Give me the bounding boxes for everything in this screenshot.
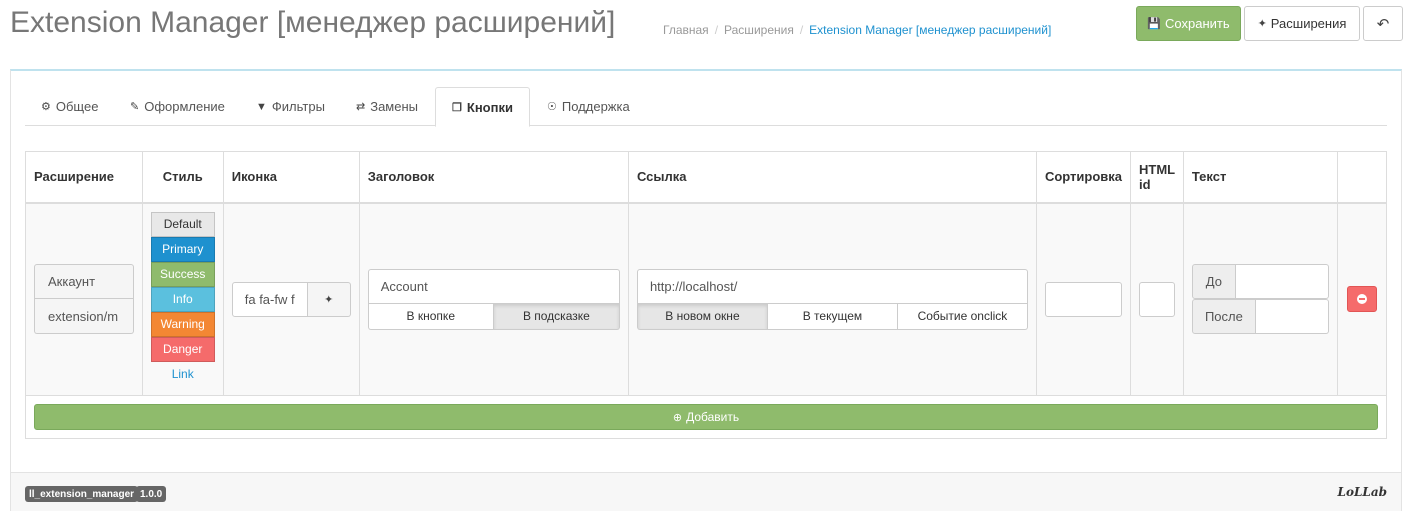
tab-label: Поддержка xyxy=(561,99,630,114)
tab-bar: ⚙ Общее ✎ Оформление ▼ Фильтры ⇄ Замены ❐ Кно… xyxy=(25,87,1387,127)
tab-replacements[interactable]: ⇄ Замены xyxy=(356,87,418,126)
style-default-option[interactable]: Default xyxy=(150,211,215,237)
icon-cell: fa fa-fw f ✦ xyxy=(222,202,360,396)
tab-label: Замены xyxy=(370,99,418,114)
link-mode-group: В новом окне В текущем Событие onclick xyxy=(636,303,1028,330)
link-mode-onclick[interactable]: Событие onclick xyxy=(897,303,1028,330)
version-badge: 1.0.0 xyxy=(136,486,167,502)
column-header xyxy=(1337,151,1387,204)
column-header: Ссылка xyxy=(627,151,1037,204)
tab-design[interactable]: ✎ Оформление xyxy=(130,87,225,126)
text-cell: До После xyxy=(1182,202,1339,396)
clone-icon: ❐ xyxy=(452,101,462,114)
back-button[interactable]: ↶ xyxy=(1363,6,1403,41)
table-row: Аккаунт extension/m Default Primary Succ… xyxy=(25,202,1387,396)
link-mode-current[interactable]: В текущем xyxy=(767,303,898,330)
add-cell: ⊕ Добавить xyxy=(25,395,1387,439)
text-after-label: После xyxy=(1191,299,1256,335)
tab-support[interactable]: ☉ Поддержка xyxy=(547,87,630,126)
title-mode-tooltip[interactable]: В подсказке xyxy=(493,303,620,330)
icon-input-group: fa fa-fw f ✦ xyxy=(231,281,351,317)
sort-cell xyxy=(1035,202,1132,396)
extension-cell: Аккаунт extension/m xyxy=(25,202,143,396)
style-link-option[interactable]: Link xyxy=(151,362,215,387)
title-cell: Account В кнопке В подсказке xyxy=(358,202,629,396)
title-mode-in-button[interactable]: В кнопке xyxy=(367,303,494,330)
title-input[interactable]: Account xyxy=(367,268,620,304)
html-id-input[interactable] xyxy=(1139,281,1175,317)
text-after-group: После xyxy=(1191,299,1330,335)
style-warning-option[interactable]: Warning xyxy=(150,311,215,337)
puzzle-icon: ✦ xyxy=(1257,18,1267,30)
extensions-button[interactable]: ✦ Расширения xyxy=(1244,6,1360,41)
link-input[interactable]: http://localhost/ xyxy=(636,268,1028,304)
text-before-input[interactable] xyxy=(1235,264,1330,300)
text-before-group: До xyxy=(1191,264,1330,300)
main-panel: ⚙ Общее ✎ Оформление ▼ Фильтры ⇄ Замены ❐ Кно… xyxy=(10,69,1402,511)
link-cell: http://localhost/ В новом окне В текущем… xyxy=(627,202,1037,396)
link-mode-new-window[interactable]: В новом окне xyxy=(636,303,768,330)
minus-circle-icon xyxy=(1357,294,1367,305)
column-header: Стиль xyxy=(141,151,224,204)
style-info-option[interactable]: Info xyxy=(150,286,215,312)
add-button-label: Добавить xyxy=(686,410,740,424)
lifebuoy-icon: ☉ xyxy=(547,101,557,113)
floppy-icon: 💾 xyxy=(1147,18,1162,30)
extension-name-field[interactable]: Аккаунт xyxy=(34,264,134,300)
tab-general[interactable]: ⚙ Общее xyxy=(41,87,98,126)
brush-icon: ✎ xyxy=(130,101,140,113)
column-header: HTML id xyxy=(1130,151,1184,204)
save-button-label: Сохранить xyxy=(1165,16,1230,31)
tab-buttons[interactable]: ❐ Кнопки xyxy=(435,87,530,127)
vendor-logo[interactable]: LoLLab xyxy=(1338,485,1387,499)
page-title: Extension Manager [менеджер расширений] xyxy=(10,6,616,39)
puzzle-icon: ✦ xyxy=(324,293,334,306)
breadcrumb-home[interactable]: Главная xyxy=(663,23,709,37)
text-before-label: До xyxy=(1191,264,1236,300)
tab-label: Кнопки xyxy=(466,99,513,115)
style-success-option[interactable]: Success xyxy=(150,261,215,287)
style-danger-option[interactable]: Danger xyxy=(150,336,215,362)
style-cell: Default Primary Success Info Warning Dan… xyxy=(141,202,224,396)
column-header: Сортировка xyxy=(1035,151,1132,204)
reply-icon: ↶ xyxy=(1376,15,1390,33)
table-header-row: Расширение Стиль Иконка Заголовок Ссылка… xyxy=(25,151,1387,204)
text-after-input[interactable] xyxy=(1255,299,1330,335)
icon-input[interactable]: fa fa-fw f xyxy=(231,281,308,317)
gear-icon: ⚙ xyxy=(41,101,51,113)
icon-picker-button[interactable]: ✦ xyxy=(307,281,351,317)
column-header: Заголовок xyxy=(358,151,629,204)
title-mode-group: В кнопке В подсказке xyxy=(367,303,620,330)
tab-label: Общее xyxy=(55,99,99,114)
plus-circle-icon: ⊕ xyxy=(672,411,683,424)
panel-footer: ll_extension_manager 1.0.0 LoLLab xyxy=(11,472,1401,511)
remove-row-button[interactable] xyxy=(1347,286,1377,313)
breadcrumb-extensions[interactable]: Расширения xyxy=(724,23,794,37)
buttons-table: Расширение Стиль Иконка Заголовок Ссылка… xyxy=(25,151,1387,439)
column-header: Расширение xyxy=(25,151,143,204)
column-header: Иконка xyxy=(222,151,360,204)
save-button[interactable]: 💾 Сохранить xyxy=(1136,6,1241,41)
html-id-cell xyxy=(1130,202,1184,396)
column-header: Текст xyxy=(1182,151,1339,204)
module-name-badge: ll_extension_manager xyxy=(25,486,139,502)
page-header: Extension Manager [менеджер расширений] … xyxy=(0,0,1410,60)
tab-filters[interactable]: ▼ Фильтры xyxy=(256,87,325,126)
style-primary-option[interactable]: Primary xyxy=(150,236,215,262)
style-options: Default Primary Success Info Warning Dan… xyxy=(150,211,215,387)
breadcrumb-current[interactable]: Extension Manager [менеджер расширений] xyxy=(809,23,1051,37)
add-row: ⊕ Добавить xyxy=(25,395,1387,439)
tab-label: Фильтры xyxy=(271,99,325,114)
tab-label: Оформление xyxy=(144,99,225,114)
extensions-button-label: Расширения xyxy=(1270,16,1347,31)
sort-input[interactable] xyxy=(1044,281,1123,317)
filter-icon: ▼ xyxy=(256,100,267,113)
exchange-icon: ⇄ xyxy=(356,101,366,113)
actions-cell xyxy=(1337,202,1387,396)
breadcrumb: Главная / Расширения / Extension Manager [ме… xyxy=(663,23,1052,37)
extension-route-field[interactable]: extension/m xyxy=(34,299,134,335)
add-button[interactable]: ⊕ Добавить xyxy=(34,404,1378,430)
